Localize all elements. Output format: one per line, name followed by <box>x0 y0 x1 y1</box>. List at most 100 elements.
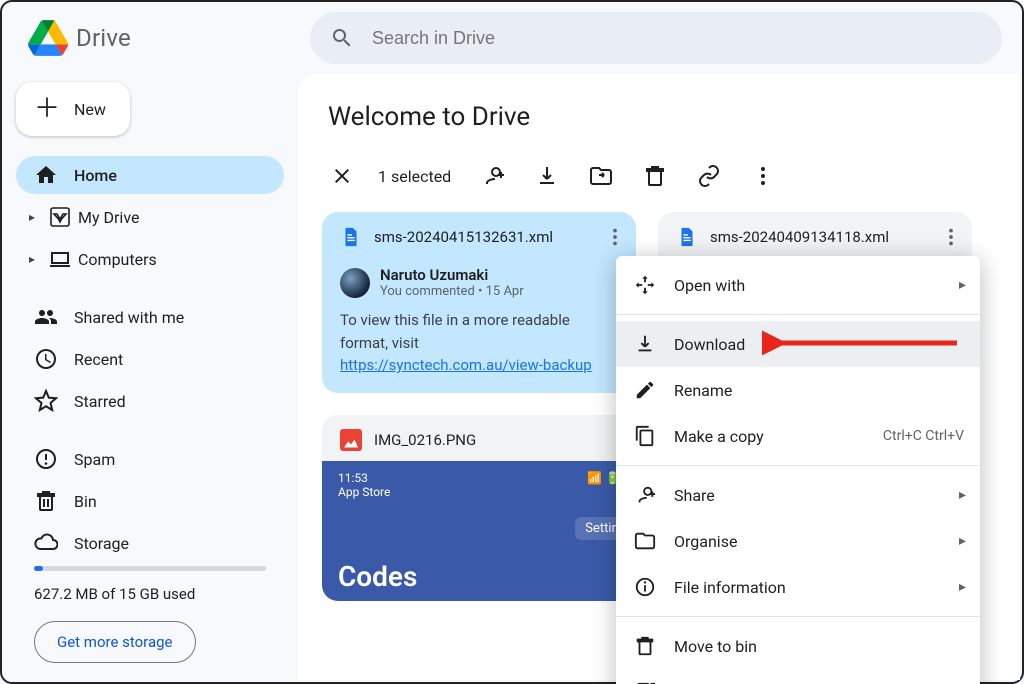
sidebar-item-starred[interactable]: Starred <box>16 382 284 420</box>
ctx-rename[interactable]: Rename <box>616 367 980 413</box>
new-button[interactable]: ＋ New <box>16 82 130 136</box>
bin-icon <box>34 489 58 513</box>
ctx-shortcut: Ctrl+C Ctrl+V <box>883 428 964 444</box>
sidebar-item-label: Computers <box>78 250 157 269</box>
open-with-icon <box>634 274 656 296</box>
get-more-storage-button[interactable]: Get more storage <box>34 621 196 663</box>
ctx-label: Download <box>674 335 745 354</box>
caret-icon: ▸ <box>22 252 42 266</box>
page-title: Welcome to Drive <box>328 102 1020 132</box>
ctx-label: Make a copy <box>674 427 764 446</box>
header: Drive <box>2 2 1022 74</box>
sidebar-item-storage[interactable]: Storage <box>16 524 284 562</box>
brand[interactable]: Drive <box>14 18 310 58</box>
sidebar-item-label: My Drive <box>78 208 139 227</box>
commenter-name: Naruto Uzumaki <box>380 266 524 284</box>
card-more-icon[interactable] <box>940 226 962 248</box>
search-input[interactable] <box>370 27 982 50</box>
sidebar-item-spam[interactable]: Spam <box>16 440 284 478</box>
computers-icon <box>48 247 72 271</box>
shared-icon <box>34 305 58 329</box>
drive-icon <box>48 205 72 229</box>
file-name: IMG_0216.PNG <box>374 431 626 449</box>
ctx-not-helpful[interactable]: Not a helpful suggestion <box>616 669 980 684</box>
copy-icon <box>634 425 656 447</box>
file-name: sms-20240415132631.xml <box>374 228 592 246</box>
storage-text: 627.2 MB of 15 GB used <box>34 585 266 603</box>
download-icon <box>634 333 656 355</box>
caret-icon: ▸ <box>22 210 42 224</box>
search-bar[interactable] <box>310 12 1002 64</box>
share-icon <box>634 484 656 506</box>
image-preview: 11:53 📶 🔋 App Store Setting Codes <box>322 461 636 601</box>
preview-title: Codes <box>338 560 417 593</box>
ctx-share[interactable]: Share ▸ <box>616 472 980 518</box>
folder-icon <box>634 530 656 552</box>
ctx-label: File information <box>674 578 786 597</box>
ctx-label: Organise <box>674 532 737 551</box>
recent-icon <box>34 347 58 371</box>
preview-time: 11:53 <box>338 471 368 485</box>
sidebar-item-recent[interactable]: Recent <box>16 340 284 378</box>
storage-icon <box>34 531 58 555</box>
move-icon[interactable] <box>589 164 613 188</box>
sidebar-item-home[interactable]: Home <box>16 156 284 194</box>
ctx-organise[interactable]: Organise ▸ <box>616 518 980 564</box>
sidebar-item-shared[interactable]: Shared with me <box>16 298 284 336</box>
sidebar-item-label: Home <box>74 166 117 185</box>
link-icon[interactable] <box>697 164 721 188</box>
ctx-open-with[interactable]: Open with ▸ <box>616 262 980 308</box>
chevron-right-icon: ▸ <box>959 487 966 503</box>
star-icon <box>34 389 58 413</box>
ctx-label: Open with <box>674 276 745 295</box>
rename-icon <box>634 379 656 401</box>
sidebar-item-my-drive[interactable]: ▸ My Drive <box>16 198 284 236</box>
sidebar-item-label: Spam <box>74 450 115 469</box>
drive-logo-icon <box>28 18 68 58</box>
chevron-right-icon: ▸ <box>959 579 966 595</box>
trash-icon <box>634 635 656 657</box>
sidebar-item-label: Recent <box>74 350 123 369</box>
preview-app: App Store <box>338 485 620 499</box>
context-menu: Open with ▸ Download Rename Make a copy … <box>616 256 980 684</box>
info-icon <box>634 576 656 598</box>
sidebar-item-bin[interactable]: Bin <box>16 482 284 520</box>
file-icon <box>340 226 362 248</box>
ctx-file-info[interactable]: File information ▸ <box>616 564 980 610</box>
sidebar-item-label: Shared with me <box>74 308 184 327</box>
card-more-icon[interactable] <box>604 226 626 248</box>
storage-meter: 627.2 MB of 15 GB used Get more storage <box>34 566 266 663</box>
ctx-download[interactable]: Download <box>616 321 980 367</box>
more-icon[interactable] <box>751 164 775 188</box>
spam-icon <box>34 447 58 471</box>
ctx-move-to-bin[interactable]: Move to bin <box>616 623 980 669</box>
file-card-image[interactable]: IMG_0216.PNG 11:53 📶 🔋 App Store Setting… <box>322 415 636 601</box>
chevron-right-icon: ▸ <box>959 533 966 549</box>
sidebar-item-label: Bin <box>74 492 97 511</box>
delete-icon[interactable] <box>643 164 667 188</box>
file-icon <box>676 226 698 248</box>
sidebar-item-computers[interactable]: ▸ Computers <box>16 240 284 278</box>
download-icon[interactable] <box>535 164 559 188</box>
storage-bar <box>34 566 266 571</box>
plus-icon: ＋ <box>34 96 60 122</box>
avatar <box>340 268 370 298</box>
sidebar-item-label: Storage <box>74 534 129 553</box>
ctx-label: Share <box>674 486 715 505</box>
home-icon <box>34 163 58 187</box>
ctx-make-copy[interactable]: Make a copy Ctrl+C Ctrl+V <box>616 413 980 459</box>
share-person-icon[interactable] <box>481 164 505 188</box>
comment-link[interactable]: https://synctech.com.au/view-backup <box>340 356 592 374</box>
file-card-selected[interactable]: sms-20240415132631.xml Naruto Uzumaki Yo… <box>322 212 636 393</box>
brand-name: Drive <box>76 24 131 52</box>
image-file-icon <box>340 429 362 451</box>
comment-body: To view this file in a more readable for… <box>340 309 618 377</box>
ctx-label: Rename <box>674 381 732 400</box>
new-label: New <box>74 100 106 119</box>
search-icon <box>330 26 354 50</box>
selected-count: 1 selected <box>378 167 451 186</box>
selection-toolbar: 1 selected <box>322 160 1020 192</box>
comment-block: Naruto Uzumaki You commented • 15 Apr To… <box>322 258 636 393</box>
close-icon[interactable] <box>330 164 354 188</box>
sidebar: ＋ New Home ▸ My Drive ▸ Computers Shared… <box>2 74 298 682</box>
